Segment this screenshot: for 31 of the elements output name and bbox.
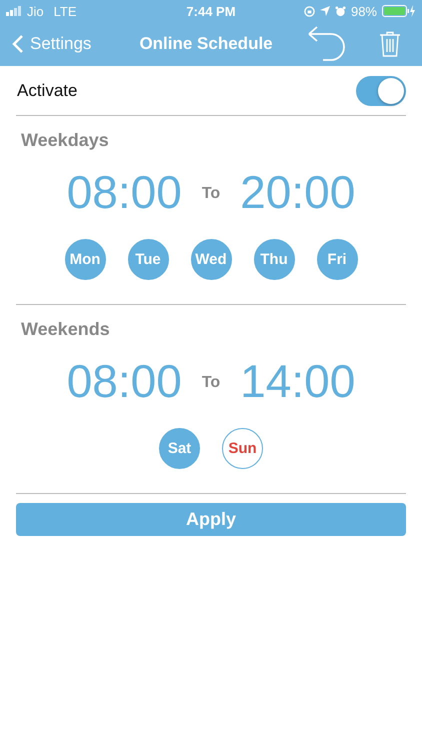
start-time[interactable]: 08:00 [66,354,182,408]
activate-label: Activate [16,80,78,100]
trash-icon[interactable] [378,31,401,57]
battery-charging-icon [382,5,416,17]
carrier-name: Jio [27,4,44,18]
day-toggle[interactable]: Wed [190,239,232,280]
end-time[interactable]: 14:00 [240,354,356,408]
battery-percent: 98% [350,4,377,18]
section-title: Weekends [20,319,111,340]
alarm-icon [334,6,346,16]
day-toggle[interactable]: Sat [159,428,200,469]
screen-title: Online Schedule [139,34,273,54]
apply-button[interactable]: Apply [16,503,406,536]
back-chevron-icon [12,34,24,54]
day-toggle[interactable]: Mon [64,239,106,280]
to-label: To [202,184,220,203]
day-toggle[interactable]: Thu [254,239,294,280]
rotation-lock-icon [304,6,315,16]
day-toggle[interactable]: Sun [222,428,263,469]
day-toggle[interactable]: Tue [128,239,168,280]
start-time[interactable]: 08:00 [66,165,182,219]
clock-time: 7:44 PM [186,4,236,18]
end-time[interactable]: 20:00 [240,165,356,219]
back-button[interactable]: Settings [12,34,92,54]
day-toggle[interactable]: Fri [316,239,358,280]
to-label: To [202,373,220,392]
signal-icon [6,6,22,16]
section-title: Weekdays [20,130,110,151]
network-type: LTE [54,4,77,18]
location-arrow-icon [320,6,330,16]
activate-toggle[interactable] [356,76,406,106]
